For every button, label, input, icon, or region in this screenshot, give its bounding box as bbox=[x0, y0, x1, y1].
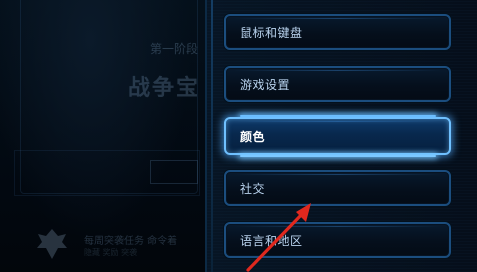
menu-item-label: 颜色 bbox=[240, 129, 266, 144]
background-button bbox=[150, 160, 198, 184]
background-title: 战争宝 bbox=[128, 76, 201, 101]
menu-item-colors[interactable]: 颜色 bbox=[224, 117, 451, 155]
annotation-arrow-icon bbox=[246, 203, 311, 272]
background-mission-text: 每周突袭任务 命令着 bbox=[84, 236, 178, 247]
background-subtitle: 第一阶段 bbox=[150, 42, 199, 56]
selected-glow-bottom bbox=[240, 155, 436, 157]
menu-item-mouse-keyboard[interactable]: 鼠标和键盘 bbox=[224, 14, 451, 50]
menu-item-label: 鼠标和键盘 bbox=[240, 25, 303, 40]
background-mission-subtext: 隐藏 奖励 突袭 bbox=[84, 248, 138, 257]
menu-item-game-settings[interactable]: 游戏设置 bbox=[224, 66, 451, 102]
menu-item-label: 社交 bbox=[240, 181, 266, 196]
faction-emblem-icon bbox=[37, 229, 67, 259]
menu-item-label: 游戏设置 bbox=[240, 77, 291, 92]
